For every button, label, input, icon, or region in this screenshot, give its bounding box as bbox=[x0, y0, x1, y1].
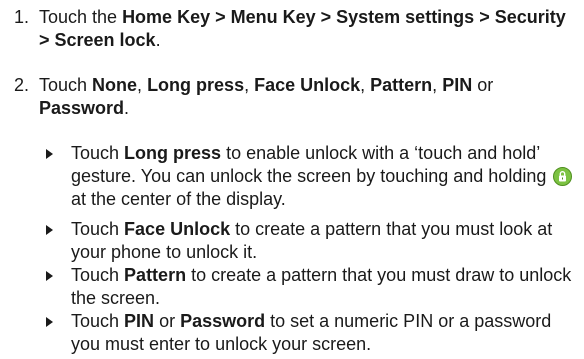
option-face-unlock: Face Unlock bbox=[254, 75, 361, 95]
text-run: Touch bbox=[71, 311, 125, 331]
text-run: Touch bbox=[71, 265, 125, 285]
term-pin: PIN bbox=[124, 311, 155, 331]
text-run: , bbox=[360, 75, 371, 95]
text-run: , bbox=[137, 75, 148, 95]
text-run: Touch bbox=[71, 219, 125, 239]
step-number: 1. bbox=[14, 7, 30, 27]
term-long-press: Long press bbox=[124, 143, 222, 163]
term-pattern: Pattern bbox=[124, 265, 187, 285]
option-pin: PIN bbox=[442, 75, 473, 95]
option-pattern: Pattern bbox=[370, 75, 433, 95]
text-run: Touch bbox=[71, 143, 125, 163]
bullet-text: Touch Long press to enable unlock with a… bbox=[71, 142, 579, 211]
triangle-bullet-icon bbox=[46, 149, 53, 159]
triangle-bullet-icon bbox=[46, 317, 53, 327]
bullet-text: Touch Face Unlock to create a pattern th… bbox=[71, 218, 579, 264]
text-run: at the center of the display. bbox=[71, 189, 286, 209]
term-password: Password bbox=[180, 311, 266, 331]
text-run: Touch the bbox=[39, 7, 123, 27]
option-none: None bbox=[92, 75, 138, 95]
text-run: . bbox=[155, 30, 161, 50]
text-run: , bbox=[432, 75, 443, 95]
text-run: Touch bbox=[39, 75, 93, 95]
triangle-bullet-icon bbox=[46, 225, 53, 235]
text-run: or bbox=[154, 311, 181, 331]
triangle-bullet-icon bbox=[46, 271, 53, 281]
text-run: or bbox=[472, 75, 494, 95]
step-text: Touch the Home Key > Menu Key > System s… bbox=[39, 6, 569, 52]
text-run: . bbox=[124, 98, 130, 118]
lock-icon bbox=[553, 167, 573, 186]
option-long-press: Long press bbox=[147, 75, 245, 95]
text-run: , bbox=[244, 75, 255, 95]
term-face-unlock: Face Unlock bbox=[124, 219, 231, 239]
bullet-text: Touch Pattern to create a pattern that y… bbox=[71, 264, 579, 310]
step-text: Touch None, Long press, Face Unlock, Pat… bbox=[39, 74, 569, 120]
instruction-document: 1. Touch the Home Key > Menu Key > Syste… bbox=[0, 0, 584, 359]
bullet-text: Touch PIN or Password to set a numeric P… bbox=[71, 310, 579, 356]
option-password: Password bbox=[39, 98, 125, 118]
step-number: 2. bbox=[14, 75, 30, 95]
